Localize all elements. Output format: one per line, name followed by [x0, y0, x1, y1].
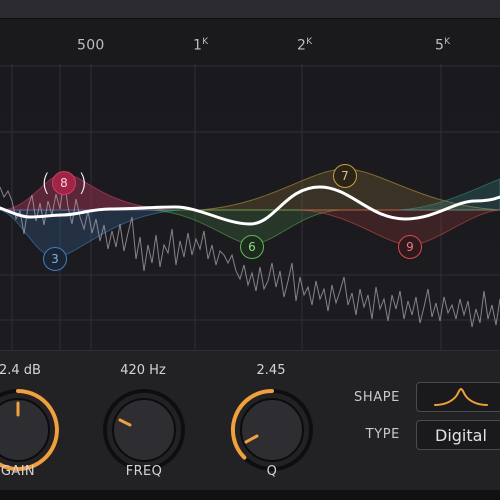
gain-label: GAIN — [0, 464, 36, 479]
freq-label-2k: 2K — [297, 37, 313, 54]
band-node-3[interactable]: 3 — [43, 247, 67, 271]
title-bar — [0, 0, 500, 19]
freq-value: 420 Hz — [120, 363, 166, 378]
shape-selector[interactable] — [416, 382, 500, 412]
type-label: TYPE — [365, 427, 400, 442]
gain-knob[interactable] — [0, 385, 63, 475]
gain-value: 2.4 dB — [0, 363, 41, 378]
freq-label-5k: 5K — [435, 37, 451, 54]
band-node-8[interactable]: 8 — [52, 171, 76, 195]
band-node-6[interactable]: 6 — [240, 235, 264, 259]
shape-label: SHAPE — [354, 390, 400, 405]
selection-bracket-left: ( — [41, 169, 51, 197]
freq-label-1k: 1K — [193, 37, 209, 54]
band-node-9[interactable]: 9 — [398, 235, 422, 259]
q-value: 2.45 — [256, 363, 286, 378]
band-node-label: 3 — [51, 252, 59, 266]
type-value: Digital — [435, 426, 487, 445]
q-label: Q — [266, 464, 278, 479]
type-selector[interactable]: Digital — [416, 420, 500, 450]
freq-knob[interactable] — [99, 385, 189, 475]
band-node-7[interactable]: 7 — [333, 164, 357, 188]
band-node-label: 8 — [60, 176, 68, 190]
band-node-label: 6 — [248, 240, 256, 254]
selection-bracket-right: ) — [78, 169, 88, 197]
band-node-label: 9 — [406, 240, 414, 254]
bottom-bar — [0, 490, 500, 500]
band-node-label: 7 — [341, 169, 349, 183]
eq-graph[interactable]: 500 1K 2K 5K ( ) 8 7 3 6 9 — [0, 19, 500, 350]
q-knob[interactable] — [227, 385, 317, 475]
eq-plugin-window: 500 1K 2K 5K ( ) 8 7 3 6 9 2.4 dB GAIN 4… — [0, 0, 500, 500]
bell-curve-icon — [434, 387, 488, 406]
freq-label: FREQ — [125, 464, 163, 479]
freq-label-500: 500 — [77, 37, 105, 54]
